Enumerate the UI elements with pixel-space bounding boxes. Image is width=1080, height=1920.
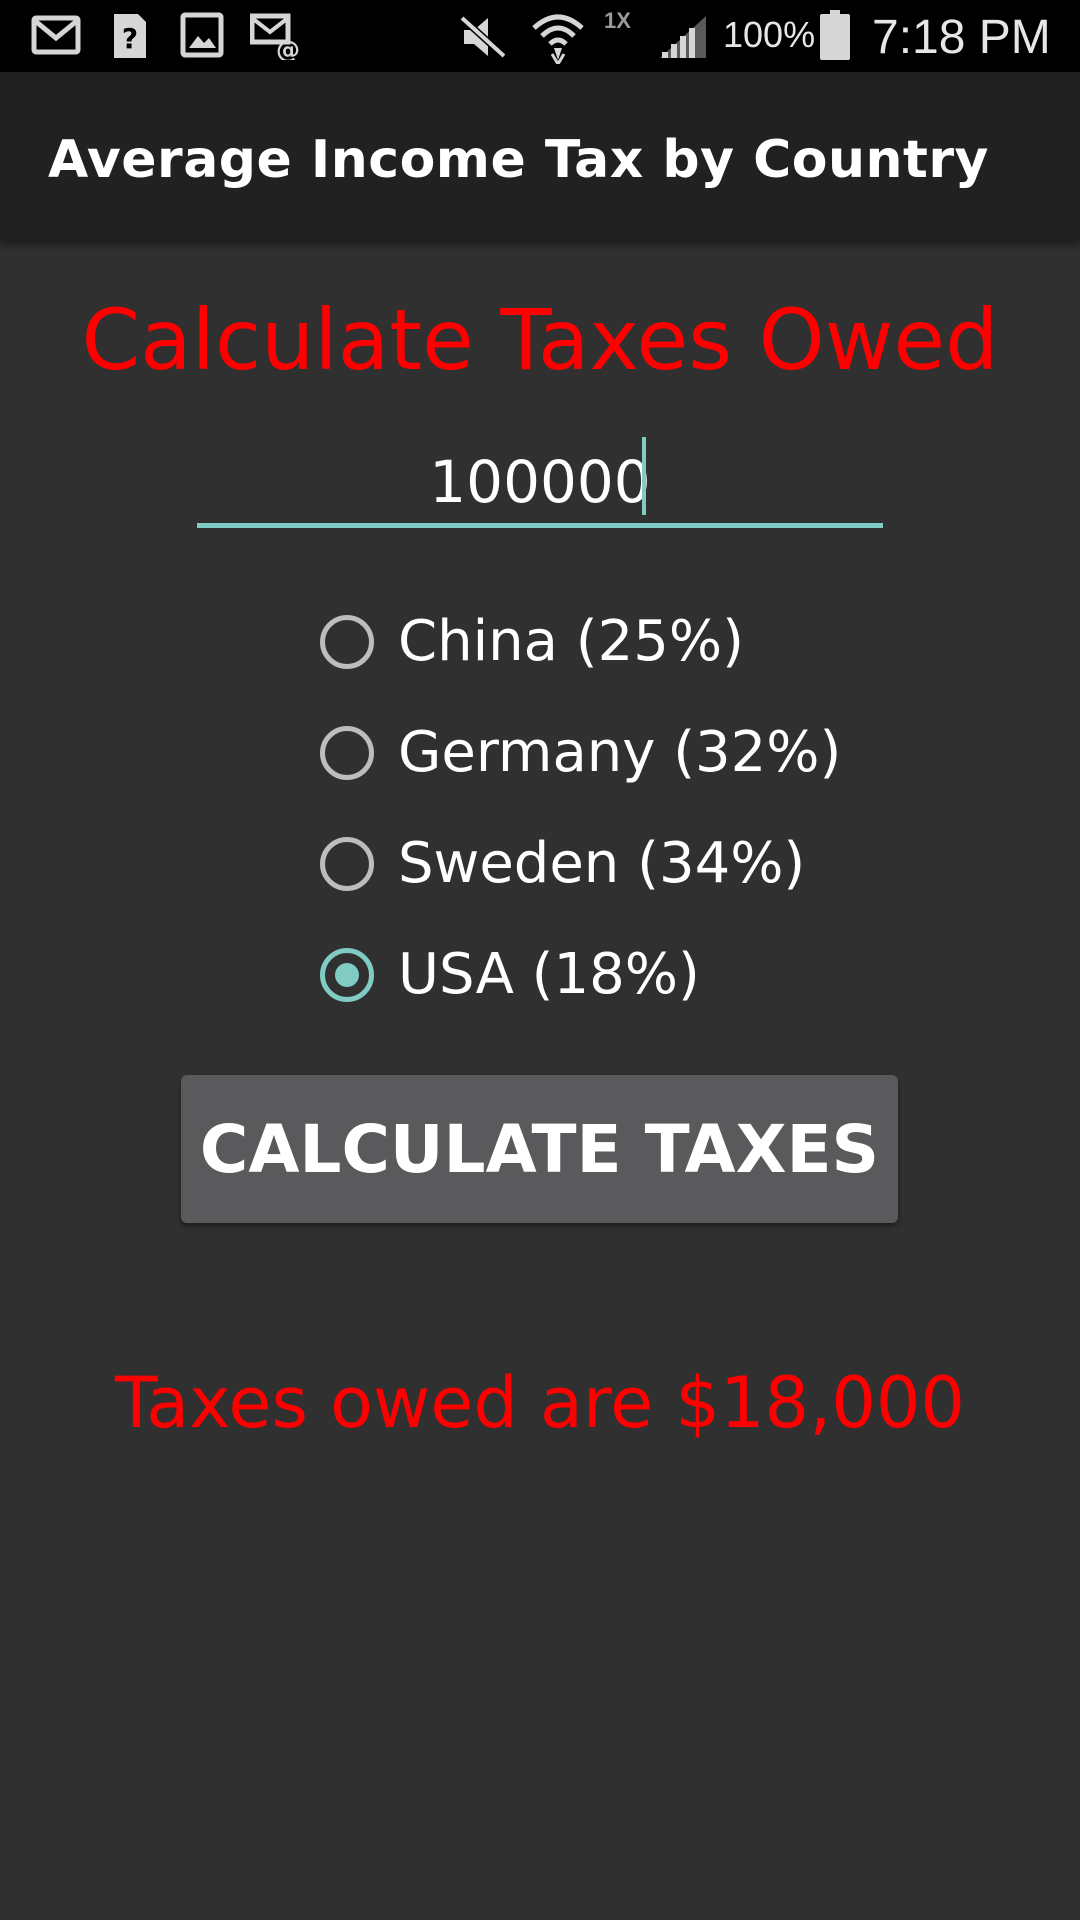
text-cursor [642, 437, 646, 515]
battery-icon [820, 10, 850, 60]
clock: 7:18 PM [872, 11, 1051, 64]
gmail-icon [31, 15, 81, 55]
app-bar: Average Income Tax by Country [0, 72, 1080, 240]
radio-button-icon[interactable] [320, 726, 374, 780]
app-title: Average Income Tax by Country [48, 130, 989, 190]
radio-button-icon[interactable] [320, 615, 374, 669]
radio-label: USA (18%) [398, 942, 700, 1007]
income-input[interactable] [197, 440, 883, 528]
country-radio-group: China (25%) Germany (32%) Sweden (34%) U… [318, 604, 1018, 1048]
radio-china[interactable]: China (25%) [318, 604, 1018, 715]
result-text: Taxes owed are $18,000 [115, 1362, 965, 1444]
radio-label: Germany (32%) [398, 720, 842, 785]
radio-sweden[interactable]: Sweden (34%) [318, 826, 1018, 937]
svg-text:@: @ [276, 36, 300, 60]
radio-button-icon[interactable] [320, 837, 374, 891]
radio-label: China (25%) [398, 609, 744, 674]
email-icon: @ [250, 13, 300, 60]
battery-percent: 100% [723, 14, 816, 55]
gallery-icon [180, 12, 224, 58]
calculate-taxes-button[interactable]: CALCULATE TAXES [181, 1075, 898, 1223]
status-bar: ? @ 1X 100% 7:18 PM [0, 0, 1080, 72]
page-heading: Calculate Taxes Owed [81, 291, 999, 389]
network-type-label: 1X [604, 8, 631, 33]
help-icon: ? [114, 14, 146, 58]
radio-button-icon[interactable] [320, 948, 374, 1002]
mute-icon [459, 15, 507, 59]
radio-germany[interactable]: Germany (32%) [318, 715, 1018, 826]
radio-usa[interactable]: USA (18%) [318, 937, 1018, 1048]
svg-text:?: ? [122, 22, 138, 55]
wifi-icon [532, 14, 584, 64]
radio-label: Sweden (34%) [398, 831, 806, 896]
signal-icon [660, 16, 706, 58]
